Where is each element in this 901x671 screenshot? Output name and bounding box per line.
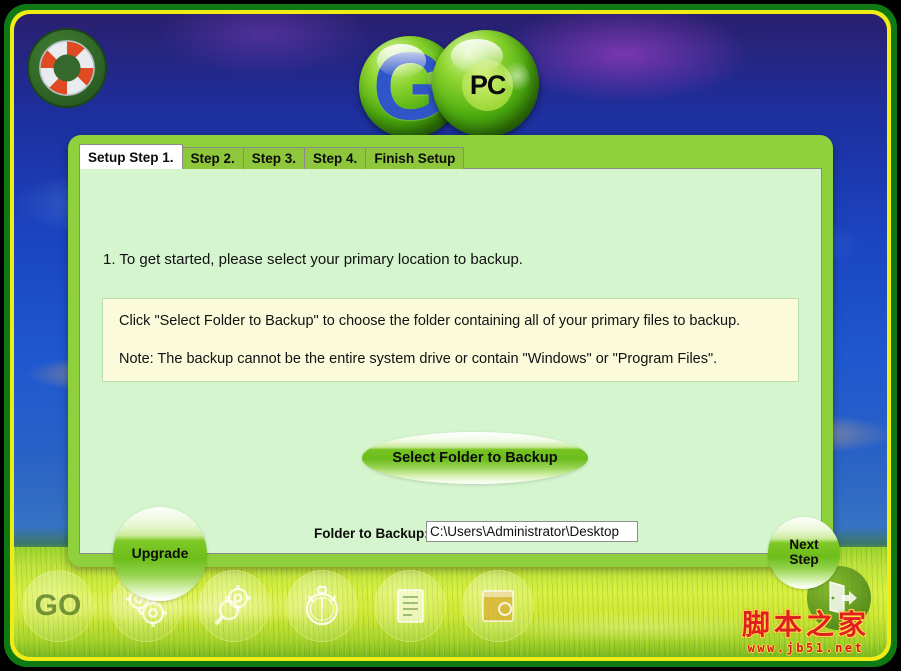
application-window: G PC Setup Step 1. Step 2. Step 3. Step … <box>0 0 901 671</box>
toolbar-item-timer[interactable] <box>286 570 358 642</box>
next-step-button-label: Next Step <box>789 537 819 568</box>
window-icon <box>482 590 514 622</box>
tab-step-3[interactable]: Step 3. <box>242 147 306 169</box>
logo-gloss-highlight <box>377 44 427 77</box>
help-lifebuoy-button[interactable] <box>27 28 107 108</box>
folder-to-backup-label: Folder to Backup: <box>314 526 429 541</box>
tab-step-2[interactable]: Step 2. <box>181 147 244 169</box>
step-instruction-text: 1. To get started, please select your pr… <box>103 251 523 268</box>
folder-path-input[interactable]: C:\Users\Administrator\Desktop <box>426 521 638 542</box>
lifebuoy-icon <box>39 40 95 96</box>
go-icon: GO <box>34 589 82 622</box>
tab-step-4[interactable]: Step 4. <box>304 147 367 169</box>
tab-finish-setup[interactable]: Finish Setup <box>365 147 465 169</box>
note-line-2: Note: The backup cannot be the entire sy… <box>119 351 718 367</box>
instructions-note-box: Click "Select Folder to Backup" to choos… <box>102 298 799 382</box>
window-content: G PC Setup Step 1. Step 2. Step 3. Step … <box>14 14 887 657</box>
logo-sphere-pc: PC <box>432 30 539 137</box>
upgrade-button-label: Upgrade <box>131 545 189 562</box>
toolbar-item-scan[interactable] <box>198 570 270 642</box>
tab-strip: Setup Step 1. Step 2. Step 3. Step 4. Fi… <box>79 144 465 169</box>
stopwatch-icon <box>305 585 339 626</box>
next-step-line-2: Step <box>789 552 819 567</box>
next-step-button[interactable]: Next Step <box>768 517 840 589</box>
next-step-line-1: Next <box>789 537 819 553</box>
upgrade-button[interactable]: Upgrade <box>113 507 207 601</box>
select-folder-to-backup-button[interactable]: Select Folder to Backup <box>362 432 588 484</box>
tab-setup-step-1[interactable]: Setup Step 1. <box>79 144 183 169</box>
app-logo: G PC <box>347 18 577 138</box>
toolbar-item-go[interactable]: GO <box>22 570 94 642</box>
gear-magnifier-icon <box>214 585 251 626</box>
setup-panel: Setup Step 1. Step 2. Step 3. Step 4. Fi… <box>68 135 840 601</box>
logo-text-pc: PC <box>469 70 507 101</box>
exit-door-icon <box>829 581 857 615</box>
note-line-1: Click "Select Folder to Backup" to choos… <box>119 313 741 329</box>
document-icon <box>397 589 424 623</box>
select-folder-button-label: Select Folder to Backup <box>392 450 558 466</box>
toolbar-item-files[interactable] <box>462 570 534 642</box>
toolbar-item-documents[interactable] <box>374 570 446 642</box>
tab-panel-body: 1. To get started, please select your pr… <box>79 168 840 601</box>
logo-pc-gloss-highlight <box>451 38 503 73</box>
